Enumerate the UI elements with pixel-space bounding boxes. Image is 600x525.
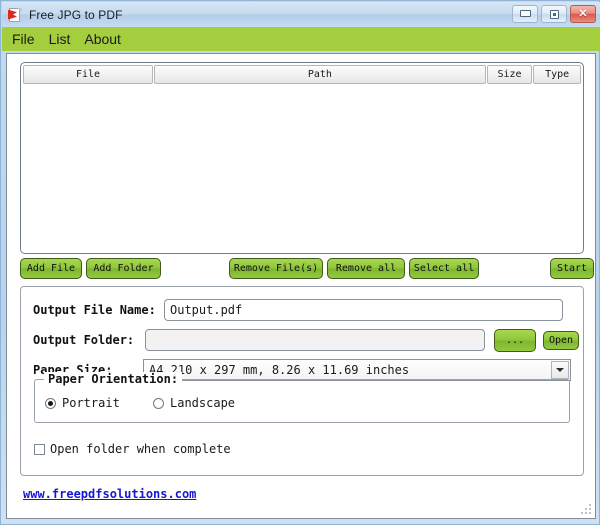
add-folder-button[interactable]: Add Folder (86, 258, 161, 279)
radio-landscape[interactable]: Landscape (153, 396, 235, 410)
minimize-icon (520, 10, 531, 17)
open-folder-checkbox-label: Open folder when complete (50, 442, 231, 456)
column-header-file[interactable]: File (23, 65, 154, 84)
minimize-button[interactable] (512, 5, 538, 23)
radio-landscape-indicator[interactable] (153, 397, 164, 409)
output-folder-label: Output Folder: (33, 333, 135, 347)
menu-item-list[interactable]: List (49, 31, 71, 47)
remove-files-button[interactable]: Remove File(s) (229, 258, 323, 279)
maximize-button[interactable] (541, 5, 567, 23)
window-title: Free JPG to PDF (29, 7, 123, 22)
start-button[interactable]: Start (550, 258, 594, 279)
paper-orientation-legend: Paper Orientation: (44, 372, 183, 386)
close-button[interactable]: ✕ (570, 5, 596, 23)
open-folder-when-complete[interactable]: Open folder when complete (34, 442, 231, 456)
output-file-name-row: Output File Name: Output.pdf (21, 299, 583, 323)
application-window: Free JPG to PDF ✕ File List About File P… (0, 0, 600, 525)
file-list[interactable]: File Path Size Type (20, 62, 584, 254)
column-header-type[interactable]: Type (533, 65, 582, 84)
radio-portrait[interactable]: Portrait (45, 396, 120, 410)
file-list-header: File Path Size Type (21, 63, 583, 84)
paper-size-value: A4 210 x 297 mm, 8.26 x 11.69 inches (149, 363, 410, 377)
output-settings-panel: Output File Name: Output.pdf Output Fold… (20, 286, 584, 476)
menu-bar: File List About (2, 27, 600, 51)
window-controls: ✕ (512, 5, 596, 23)
pdf-document-icon (7, 7, 23, 23)
radio-portrait-indicator[interactable] (45, 397, 56, 409)
column-header-path[interactable]: Path (154, 65, 486, 84)
output-folder-row: Output Folder: ... Open (21, 329, 583, 353)
output-file-name-label: Output File Name: (33, 303, 156, 317)
file-list-body[interactable] (21, 84, 583, 252)
output-folder-input[interactable] (145, 329, 485, 351)
output-file-name-input[interactable]: Output.pdf (164, 299, 563, 321)
website-link[interactable]: www.freepdfsolutions.com (23, 487, 196, 501)
paper-orientation-group: Paper Orientation: Portrait Landscape (34, 372, 570, 423)
browse-folder-button[interactable]: ... (494, 329, 536, 352)
resize-grip-icon[interactable] (580, 503, 592, 515)
open-folder-button[interactable]: Open (543, 331, 579, 350)
paper-size-select[interactable]: A4 210 x 297 mm, 8.26 x 11.69 inches (143, 359, 571, 381)
column-header-size[interactable]: Size (486, 65, 533, 84)
chevron-down-icon[interactable] (551, 361, 569, 379)
remove-all-button[interactable]: Remove all (327, 258, 405, 279)
open-folder-checkbox[interactable] (34, 443, 45, 455)
select-all-button[interactable]: Select all (409, 258, 479, 279)
close-icon: ✕ (578, 8, 588, 20)
client-area: File Path Size Type Add File Add Folder … (6, 53, 596, 519)
radio-portrait-label: Portrait (62, 396, 120, 410)
title-bar[interactable]: Free JPG to PDF ✕ (2, 2, 600, 27)
maximize-icon (550, 10, 559, 19)
menu-item-about[interactable]: About (84, 31, 121, 47)
file-actions-toolbar: Add File Add Folder Remove File(s) Remov… (7, 258, 595, 282)
menu-item-file[interactable]: File (12, 31, 35, 47)
radio-landscape-label: Landscape (170, 396, 236, 410)
add-file-button[interactable]: Add File (20, 258, 82, 279)
